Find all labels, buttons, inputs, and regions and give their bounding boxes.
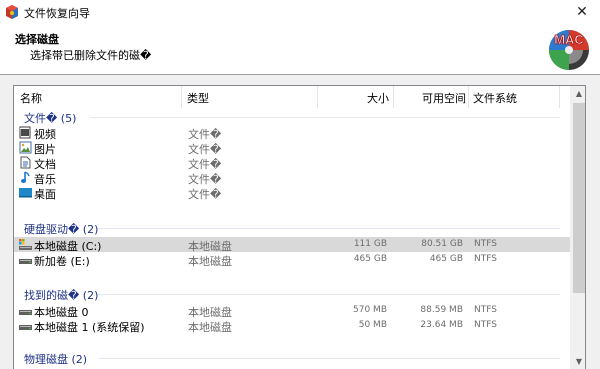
title-bar: 文件恢复向导 ✕: [0, 0, 600, 24]
scroll-down-button[interactable]: ▼: [571, 354, 585, 369]
content-area: 名称 类型 大小 可用空间 文件系统 文件� (5) 视频 文件� 图片 文件�…: [0, 75, 600, 369]
window-title: 文件恢复向导: [24, 7, 90, 20]
group-header-hard-drives[interactable]: 硬盘驱动� (2): [24, 221, 98, 237]
column-divider[interactable]: [468, 86, 469, 108]
column-divider[interactable]: [393, 86, 394, 108]
item-name: 桌面: [34, 188, 56, 201]
wizard-header: 选择磁盘 选择带已删除文件的磁� MAC: [0, 24, 600, 74]
video-icon: [19, 126, 31, 139]
item-file-system: NTFS: [474, 254, 497, 264]
item-size: 50 MB: [358, 320, 387, 330]
system-drive-icon: [19, 239, 32, 250]
group-divider: [98, 358, 560, 359]
item-file-system: NTFS: [474, 305, 497, 315]
list-item[interactable]: 音乐 文件�: [14, 170, 570, 186]
group-divider: [98, 228, 560, 229]
column-name[interactable]: 名称: [20, 90, 42, 106]
desktop-icon: [19, 188, 32, 198]
item-free-space: 23.64 MB: [420, 320, 463, 330]
item-size: 570 MB: [353, 305, 387, 315]
item-size: 111 GB: [353, 239, 387, 249]
page-subtitle: 选择带已删除文件的磁�: [30, 49, 152, 62]
disk-list[interactable]: 名称 类型 大小 可用空间 文件系统 文件� (5) 视频 文件� 图片 文件�…: [13, 85, 586, 369]
music-icon: [21, 171, 30, 183]
drive-icon: [19, 310, 32, 315]
chevron-down-icon: ▼: [575, 357, 583, 366]
list-item[interactable]: 本地磁盘 0 本地磁盘 570 MB 88.59 MB NTFS: [14, 303, 570, 319]
column-divider[interactable]: [317, 86, 318, 108]
group-header-folders[interactable]: 文件� (5): [24, 110, 76, 126]
item-type: 文件�: [188, 188, 222, 201]
close-icon: ✕: [576, 4, 588, 20]
list-item[interactable]: 桌面 文件�: [14, 185, 570, 201]
item-file-system: NTFS: [474, 239, 497, 249]
drive-icon: [19, 325, 32, 330]
list-item[interactable]: 本地磁盘 1 (系统保留) 本地磁盘 50 MB 23.64 MB NTFS: [14, 318, 570, 334]
document-icon: [20, 156, 31, 169]
item-free-space: 88.59 MB: [420, 305, 463, 315]
group-divider: [90, 117, 560, 118]
app-icon: [6, 5, 18, 19]
column-type[interactable]: 类型: [187, 90, 209, 106]
column-free-space[interactable]: 可用空间: [422, 90, 466, 106]
scroll-up-button[interactable]: ▲: [571, 86, 585, 102]
list-item[interactable]: 新加卷 (E:) 本地磁盘 465 GB 465 GB NTFS: [14, 252, 570, 268]
list-item[interactable]: 本地磁盘 (C:) 本地磁盘 111 GB 80.51 GB NTFS: [14, 237, 570, 253]
drive-icon: [19, 259, 32, 264]
picture-icon: [19, 141, 32, 154]
column-divider[interactable]: [181, 86, 182, 108]
page-title: 选择磁盘: [15, 33, 59, 46]
svg-text:MAC: MAC: [554, 32, 584, 47]
scrollbar-thumb[interactable]: [573, 103, 585, 293]
item-free-space: 80.51 GB: [421, 239, 463, 249]
group-header-physical-disks[interactable]: 物理磁盘 (2): [24, 351, 87, 367]
list-item[interactable]: 视频 文件�: [14, 125, 570, 141]
item-file-system: NTFS: [474, 320, 497, 330]
vertical-scrollbar[interactable]: ▲ ▼: [570, 86, 585, 369]
item-name: 新加卷 (E:): [34, 255, 90, 268]
item-type: 本地磁盘: [188, 321, 232, 334]
item-free-space: 465 GB: [429, 254, 463, 264]
column-file-system[interactable]: 文件系统: [473, 90, 517, 106]
item-size: 465 GB: [353, 254, 387, 264]
list-item[interactable]: 图片 文件�: [14, 140, 570, 156]
group-divider: [98, 294, 560, 295]
group-header-found-disks[interactable]: 找到的磁� (2): [24, 287, 98, 303]
list-item[interactable]: 文档 文件�: [14, 155, 570, 171]
close-button[interactable]: ✕: [570, 2, 594, 22]
item-type: 本地磁盘: [188, 255, 232, 268]
column-header-row: 名称 类型 大小 可用空间 文件系统: [14, 86, 570, 108]
product-logo: MAC: [549, 30, 589, 70]
item-name: 本地磁盘 1 (系统保留): [34, 321, 145, 334]
column-divider[interactable]: [559, 86, 560, 108]
chevron-up-icon: ▲: [575, 89, 583, 98]
column-size[interactable]: 大小: [367, 90, 389, 106]
